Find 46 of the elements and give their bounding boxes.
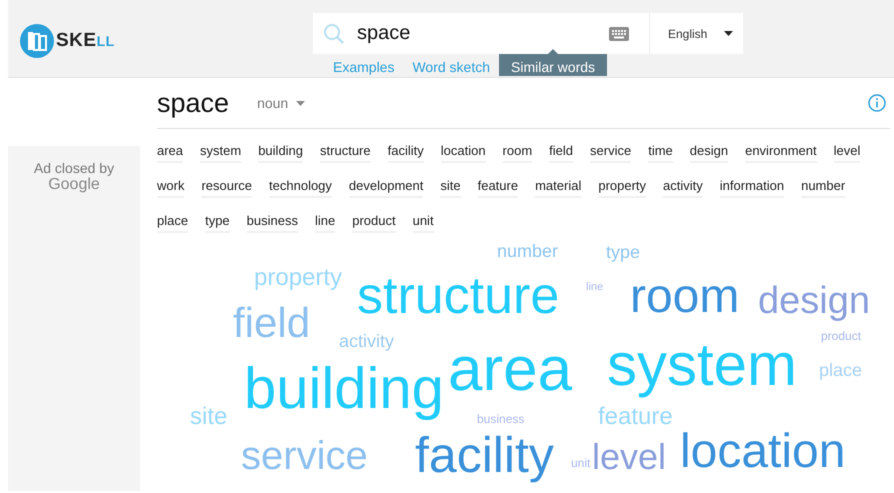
similar-word-link[interactable]: level <box>834 143 860 163</box>
search-icon <box>323 22 345 44</box>
headword: space <box>157 88 230 118</box>
similar-word-link[interactable]: site <box>440 178 461 198</box>
part-of-speech-select[interactable]: noun <box>257 95 306 111</box>
similar-word-link[interactable]: environment <box>745 143 817 163</box>
similar-word-link[interactable]: building <box>258 143 304 163</box>
similar-word-link[interactable]: area <box>157 143 184 163</box>
similar-word-link[interactable]: facility <box>388 143 424 163</box>
similar-word-link[interactable]: type <box>205 213 230 233</box>
similar-word-link[interactable]: information <box>720 178 784 198</box>
similar-word-link[interactable]: place <box>157 213 188 233</box>
similar-word-link[interactable]: structure <box>320 143 371 163</box>
similar-word-link[interactable]: field <box>549 143 574 163</box>
similar-word-link[interactable]: technology <box>269 178 332 198</box>
info-icon[interactable] <box>868 94 886 112</box>
tab[interactable]: Similar words <box>499 54 608 76</box>
language-select[interactable]: English <box>650 13 743 54</box>
similar-word-link[interactable]: work <box>157 178 184 198</box>
similar-word-link[interactable]: system <box>200 143 242 163</box>
similar-word-link[interactable]: service <box>590 143 632 163</box>
logo-text: SKELL <box>56 30 115 52</box>
search-field[interactable]: space <box>313 13 650 54</box>
similar-word-link[interactable]: feature <box>478 178 518 198</box>
similar-word-link[interactable]: material <box>535 178 582 198</box>
similar-word-link[interactable]: property <box>598 178 646 198</box>
ad-provider: Google <box>48 176 100 194</box>
similar-word-link[interactable]: number <box>801 178 846 198</box>
dropdown-caret-icon <box>296 100 306 106</box>
similar-word-link[interactable]: activity <box>663 178 703 198</box>
keyboard-icon[interactable] <box>609 26 629 40</box>
tab-pointer <box>548 49 558 54</box>
ad-notice: Ad closed by <box>34 160 114 176</box>
similar-word-link[interactable]: product <box>352 213 396 233</box>
similar-word-link[interactable]: development <box>348 178 424 198</box>
similar-word-link[interactable]: resource <box>201 178 252 198</box>
similar-word-link[interactable]: line <box>314 213 336 233</box>
logo-icon <box>20 24 54 58</box>
similar-word-link[interactable]: unit <box>412 213 434 233</box>
similar-word-link[interactable]: business <box>246 213 298 233</box>
similar-word-link[interactable]: location <box>440 143 486 163</box>
dropdown-caret-icon <box>724 31 733 36</box>
search-input[interactable]: space <box>355 21 599 46</box>
similar-word-link[interactable]: room <box>502 143 532 163</box>
similar-word-link[interactable]: time <box>648 143 673 163</box>
similar-word-link[interactable]: design <box>690 143 728 163</box>
